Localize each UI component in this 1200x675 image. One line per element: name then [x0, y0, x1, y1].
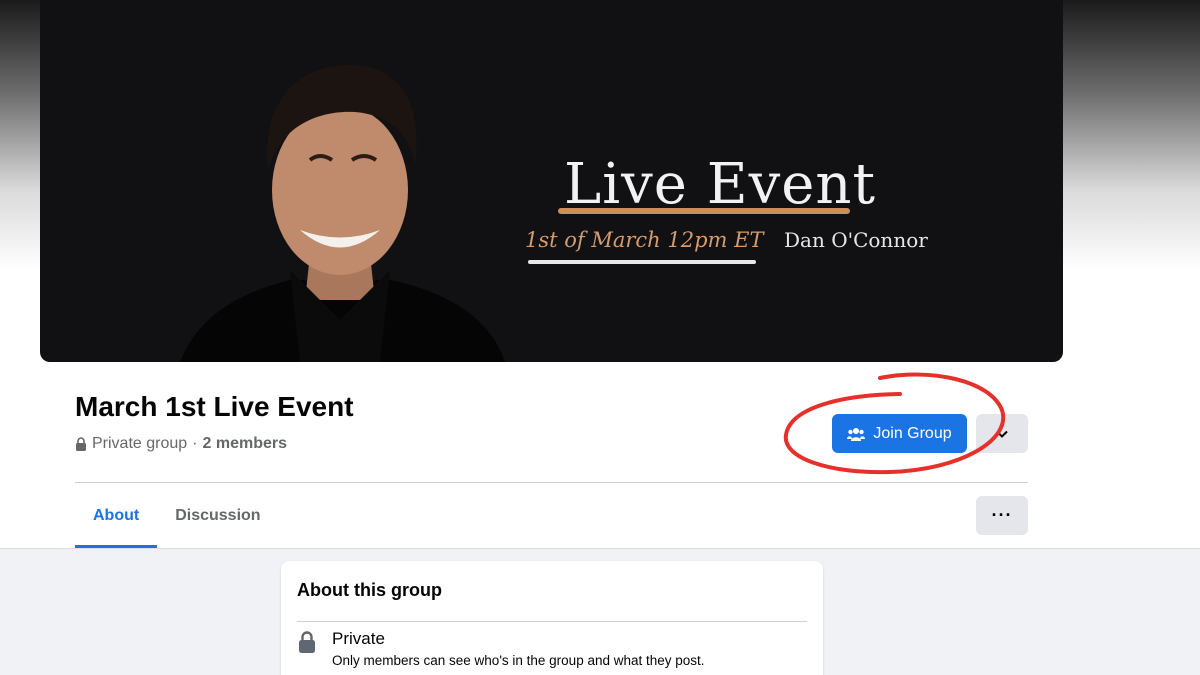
group-title: March 1st Live Event	[75, 391, 354, 422]
header-divider	[75, 482, 1028, 483]
join-group-button[interactable]: Join Group	[832, 414, 967, 453]
people-icon	[847, 427, 866, 441]
privacy-label: Private group	[92, 435, 188, 452]
tab-about[interactable]: About	[75, 484, 158, 548]
host-photo	[180, 65, 505, 362]
cover-title-underline	[558, 208, 850, 214]
cover-host: Dan O'Connor	[784, 228, 928, 252]
group-meta: Private group · 2 members	[75, 435, 287, 453]
group-options-button[interactable]	[976, 414, 1028, 453]
chevron-down-icon	[996, 430, 1008, 438]
about-divider	[297, 621, 807, 622]
cover-date-underline	[528, 260, 756, 264]
cover-date: 1st of March 12pm ET	[525, 228, 764, 252]
more-options-button[interactable]: ···	[976, 496, 1028, 535]
member-count[interactable]: 2 members	[203, 435, 288, 453]
group-tabs: About Discussion	[75, 484, 279, 548]
lock-icon	[76, 437, 86, 451]
cover-image: Live Event 1st of March 12pm ET Dan O'Co…	[40, 0, 1063, 362]
join-group-label: Join Group	[873, 424, 952, 442]
page: Live Event 1st of March 12pm ET Dan O'Co…	[0, 0, 1200, 675]
lock-icon	[299, 631, 315, 653]
privacy-description: Only members can see who's in the group …	[332, 653, 705, 668]
about-card: About this group Private Only members ca…	[281, 561, 823, 675]
about-title: About this group	[297, 580, 442, 600]
tab-discussion[interactable]: Discussion	[157, 484, 278, 548]
meta-separator: ·	[192, 435, 198, 452]
privacy-title: Private	[332, 629, 385, 648]
